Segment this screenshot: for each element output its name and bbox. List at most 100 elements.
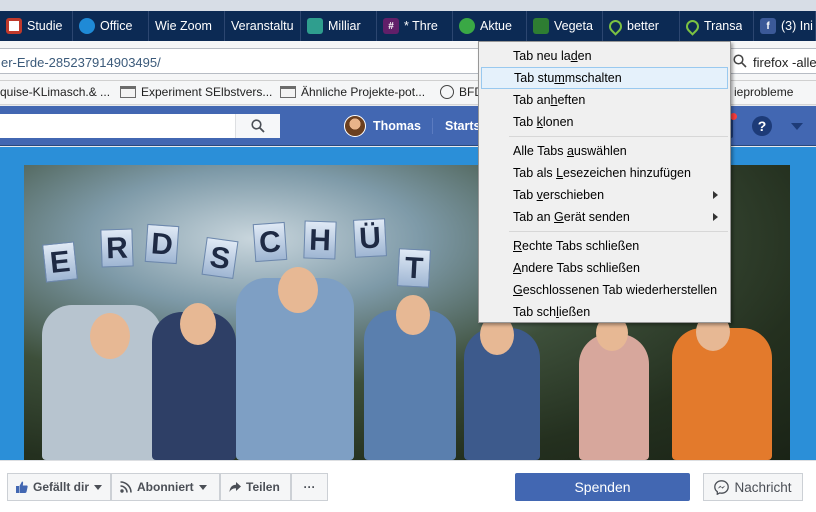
bookmark-item[interactable]: quise-KLimasch.& ...: [0, 85, 110, 99]
browser-tab[interactable]: Vegeta: [527, 11, 603, 41]
cover-figure-head: [396, 295, 430, 335]
menu-item-accesskey: L: [556, 166, 564, 180]
tab-strip: Studie Office Wie Zoom Veranstaltu Milliar # *…: [0, 11, 816, 41]
header-divider: [432, 118, 433, 134]
browser-tab[interactable]: Veranstaltu: [225, 11, 301, 41]
menu-item-label: uswählen: [573, 144, 627, 158]
account-menu-caret-icon[interactable]: [791, 123, 803, 130]
facebook-search-input[interactable]: [0, 114, 280, 138]
menu-item[interactable]: Tab stummschalten: [481, 67, 728, 89]
browser-tab[interactable]: Studie: [0, 11, 73, 41]
menu-item-label: Tab an: [513, 93, 551, 107]
browser-tab[interactable]: Transa: [680, 11, 754, 41]
letter-card: C: [252, 221, 288, 263]
browser-tab[interactable]: Milliar: [301, 11, 377, 41]
letter-card: E: [42, 241, 78, 283]
menu-item[interactable]: Alle Tabs auswählen: [479, 140, 730, 162]
submenu-arrow-icon: [713, 191, 718, 199]
menu-item-label: Tab: [513, 115, 537, 129]
menu-item[interactable]: Andere Tabs schließen: [479, 257, 730, 279]
browser-tab[interactable]: Wie Zoom: [149, 11, 225, 41]
share-arrow-icon: [229, 482, 241, 492]
menu-item-accesskey: G: [513, 283, 523, 297]
menu-item-label: Tab als: [513, 166, 557, 180]
cover-figure: [579, 334, 649, 460]
menu-item[interactable]: Geschlossenen Tab wiederherstellen: [479, 279, 730, 301]
help-icon[interactable]: ?: [752, 116, 772, 136]
search-bar[interactable]: firefox -alle: [726, 48, 816, 74]
letter-card: H: [303, 220, 337, 260]
cover-figure-head: [278, 267, 318, 313]
menu-item-accesskey: G: [554, 210, 564, 224]
menu-item-label: erschieben: [542, 188, 605, 202]
url-text: er-Erde-285237914903495/: [1, 55, 161, 70]
menu-item-label: eften: [557, 93, 586, 107]
search-icon: [733, 54, 747, 68]
menu-item-label: Tab neu la: [513, 49, 571, 63]
browser-tab[interactable]: Office: [73, 11, 149, 41]
menu-item-label: Alle Tabs: [513, 144, 567, 158]
menu-item-label: en: [577, 49, 592, 63]
donate-button[interactable]: Spenden: [515, 473, 690, 501]
menu-item-label: Tab: [513, 188, 537, 202]
follow-button[interactable]: Abonniert: [111, 473, 220, 501]
like-button[interactable]: Gefällt dir: [7, 473, 111, 501]
browser-tab[interactable]: better: [603, 11, 680, 41]
menu-item-label: esezeichen hinzufügen: [563, 166, 691, 180]
menu-separator: [509, 136, 728, 137]
bookmark-label: quise-KLimasch.& ...: [0, 85, 111, 99]
menu-item[interactable]: Tab klonen: [479, 111, 730, 133]
bookmark-label: Experiment SElbstvers...: [141, 85, 273, 99]
milliar-icon: [307, 18, 323, 34]
home-link[interactable]: Starts: [445, 119, 480, 133]
avatar[interactable]: [344, 115, 366, 137]
menu-item-label: erät senden: [563, 210, 630, 224]
browser-tab[interactable]: f (3) Ini: [754, 11, 816, 41]
menu-item-label: Tab stu: [514, 71, 555, 85]
tab-label: (3) Ini: [781, 19, 813, 33]
letter-card: R: [100, 228, 134, 268]
more-options-button[interactable]: ···: [291, 473, 328, 501]
studie-icon: [6, 18, 22, 34]
menu-item[interactable]: Tab neu laden: [479, 45, 730, 67]
profile-name-link[interactable]: Thomas: [373, 119, 421, 133]
bookmark-item[interactable]: ieprobleme: [734, 85, 793, 99]
browser-tab[interactable]: # * Thre: [377, 11, 453, 41]
bookmark-item[interactable]: BFD: [440, 85, 483, 99]
letter-card: Ü: [353, 218, 387, 258]
menu-item-label: mschalten: [564, 71, 622, 85]
bookmark-label: ieprobleme: [734, 85, 794, 99]
menu-item[interactable]: Tab verschieben: [479, 184, 730, 206]
menu-item[interactable]: Rechte Tabs schließen: [479, 235, 730, 257]
facebook-search-button[interactable]: [235, 114, 280, 138]
tab-label: Studie: [27, 19, 63, 33]
menu-item[interactable]: Tab anheften: [479, 89, 730, 111]
rss-icon: [120, 481, 132, 493]
menu-item-label: Tab sch: [513, 305, 557, 319]
tab-context-menu: Tab neu laden Tab stummschalten Tab anheft…: [478, 41, 731, 323]
browser-tab[interactable]: Aktue: [453, 11, 527, 41]
menu-item-accesskey: a: [566, 144, 574, 158]
pin-green-icon: [606, 16, 625, 36]
letter-card: T: [397, 248, 431, 288]
letter-card: S: [201, 236, 239, 280]
thumbs-up-icon: [16, 481, 28, 493]
bookmark-folder[interactable]: Experiment SElbstvers...: [120, 85, 272, 99]
menu-item[interactable]: Tab schließen: [479, 301, 730, 323]
tab-label: * Thre: [404, 19, 438, 33]
search-icon: [251, 119, 265, 133]
menu-item[interactable]: Tab an Gerät senden: [479, 206, 730, 228]
share-button[interactable]: Teilen: [220, 473, 291, 501]
message-button[interactable]: Nachricht: [703, 473, 803, 501]
tab-label: Aktue: [480, 19, 512, 33]
notification-badge: [730, 113, 737, 120]
facebook-icon: f: [760, 18, 776, 34]
search-query: firefox -alle: [753, 55, 816, 70]
menu-item[interactable]: Tab als Lesezeichen hinzufügen: [479, 162, 730, 184]
chevron-down-icon: [198, 484, 207, 490]
menu-item-label: lonen: [542, 115, 574, 129]
bookmark-folder[interactable]: Ähnliche Projekte-pot...: [280, 85, 425, 99]
url-bar[interactable]: er-Erde-285237914903495/: [0, 48, 482, 74]
share-label: Teilen: [246, 480, 280, 494]
letter-card: D: [144, 223, 180, 265]
